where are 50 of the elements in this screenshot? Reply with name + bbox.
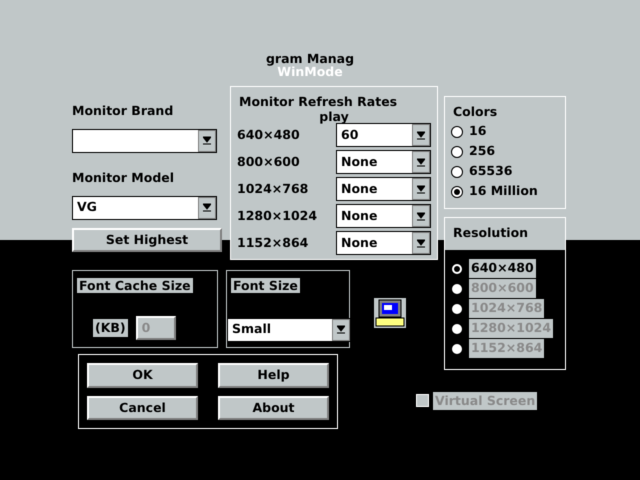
set-highest-button[interactable]: Set Highest	[72, 228, 222, 252]
resolution-label: 800×600	[237, 152, 300, 171]
group-title: Font Size	[231, 278, 300, 293]
resolution-label: 640×480	[237, 126, 300, 144]
dialog-button[interactable]: Help	[218, 362, 329, 388]
window-title: gram Manag	[264, 52, 356, 65]
rate-dropdown[interactable]: None	[336, 150, 431, 174]
down-arrow-icon	[417, 130, 425, 140]
radio-button[interactable]	[451, 262, 463, 274]
down-arrow-icon	[337, 325, 345, 334]
rate-dropdown[interactable]: None	[336, 177, 431, 202]
window-subtitle: WinMode	[277, 65, 343, 78]
option-label: 1152×864	[469, 339, 544, 358]
radio-button[interactable]	[451, 166, 463, 178]
field-label: Monitor Brand	[72, 102, 174, 120]
option-label: 16 Million	[469, 182, 538, 200]
down-arrow-icon	[417, 238, 425, 248]
rate-dropdown[interactable]: None	[336, 204, 431, 228]
option-label: 640×480	[469, 259, 536, 278]
down-arrow-icon	[203, 203, 211, 212]
down-arrow-icon	[417, 184, 425, 194]
option-label: 256	[469, 142, 496, 160]
field-label: Monitor Model	[72, 168, 176, 187]
option-label: 800×600	[469, 279, 536, 298]
computer-icon	[374, 298, 406, 328]
rate-dropdown[interactable]: 60	[336, 123, 431, 148]
down-arrow-icon	[203, 136, 211, 146]
down-arrow-icon	[417, 212, 425, 221]
unit-label: (KB)	[93, 318, 128, 338]
option-label: 16	[469, 122, 486, 140]
group-title: Font Cache Size	[77, 278, 193, 293]
dialog-button[interactable]: OK	[87, 362, 198, 388]
resolution-label: 1024×768	[237, 180, 308, 198]
caption-text: play	[318, 112, 350, 122]
rate-dropdown[interactable]: None	[336, 231, 431, 256]
model-dropdown[interactable]: VG	[72, 196, 217, 220]
brand-dropdown[interactable]	[72, 128, 217, 153]
option-label: 65536	[469, 162, 512, 180]
radio-button[interactable]	[451, 146, 463, 158]
checkbox-label: Virtual Screen	[433, 392, 538, 410]
option-label: 1024×768	[469, 299, 544, 318]
font-size-dropdown[interactable]: Small	[227, 318, 351, 342]
resolution-label: 1152×864	[237, 234, 308, 252]
dialog-button[interactable]: Cancel	[87, 396, 198, 420]
option-label: 1280×1024	[469, 319, 554, 338]
dialog-button[interactable]: About	[218, 396, 329, 420]
resolution-label: 1280×1024	[237, 206, 318, 225]
radio-button[interactable]	[451, 126, 463, 138]
radio-button[interactable]	[451, 186, 463, 198]
down-arrow-icon	[417, 158, 425, 167]
